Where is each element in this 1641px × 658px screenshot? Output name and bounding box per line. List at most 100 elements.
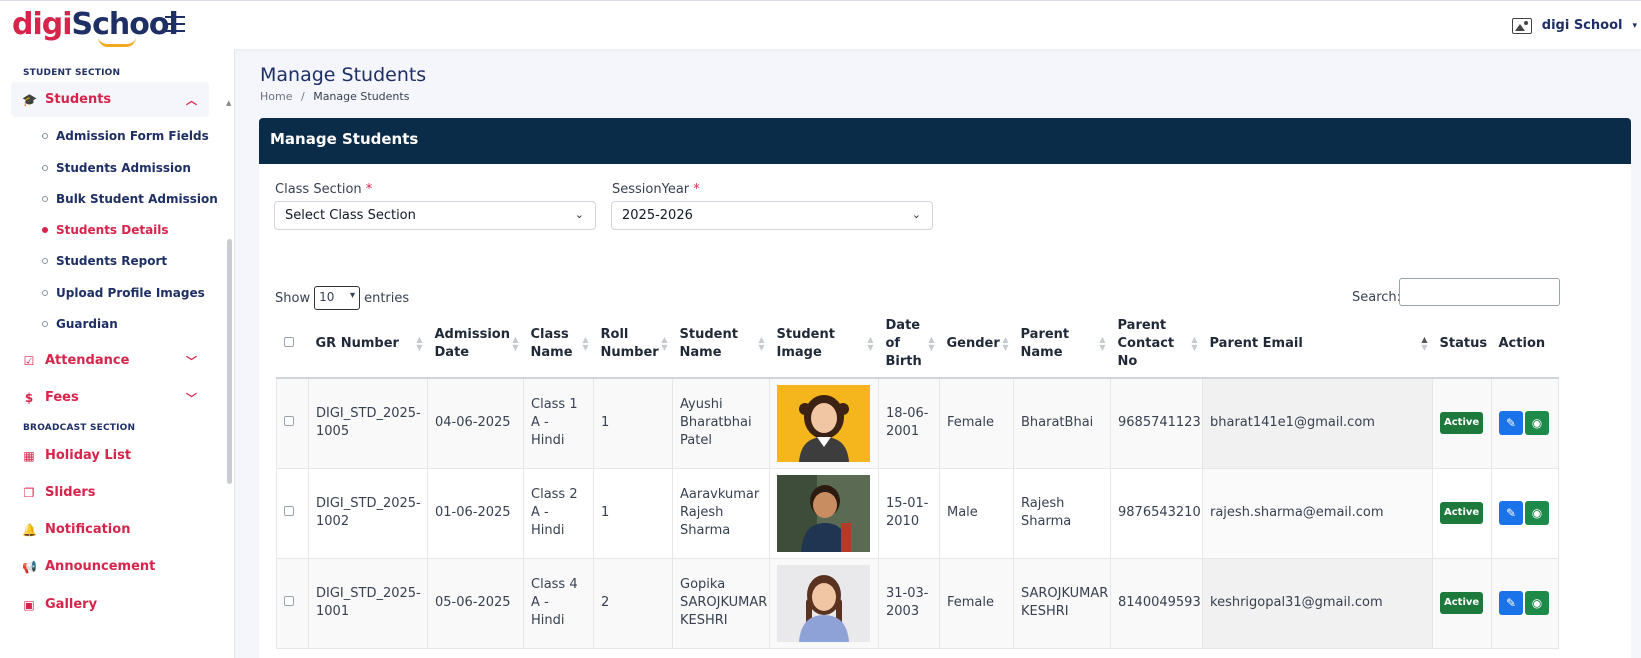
edit-button[interactable]: ✎ (1499, 501, 1523, 525)
table-row: DIGI_STD_2025-1002 01-06-2025 Class 2 A … (276, 467, 1559, 559)
cell-admission-date: 01-06-2025 (427, 467, 524, 559)
cell-class-name: Class 4 A - Hindi (523, 557, 594, 649)
status-badge: Active (1440, 592, 1484, 614)
app-logo[interactable]: digiSchool (12, 5, 179, 45)
sidebar-item-announcement[interactable]: 📢 Announcement (11, 549, 209, 584)
sidebar-item-attendance[interactable]: ☑ Attendance ﹀ (11, 343, 209, 378)
cell-dob: 18-06-2001 (878, 377, 940, 469)
sidebar-item-gallery[interactable]: ▣ Gallery (11, 587, 209, 622)
bell-icon: 🔔 (22, 522, 37, 537)
sidebar-sub-admission-form-fields[interactable]: Admission Form Fields (42, 129, 209, 143)
user-name: digi School (1541, 18, 1623, 33)
sidebar-scrollbar[interactable] (227, 239, 232, 484)
sort-icon: ▲ ▼ (1002, 335, 1009, 352)
breadcrumb-home[interactable]: Home (260, 90, 292, 103)
cell-student-name: Aaravkumar Rajesh Sharma (672, 467, 770, 559)
view-button[interactable]: ◉ (1525, 501, 1549, 525)
bullet-icon (42, 258, 48, 264)
menu-toggle-icon[interactable] (165, 16, 185, 32)
edit-button[interactable]: ✎ (1499, 591, 1523, 615)
top-bar: digiSchool digi School ▾ (0, 0, 1641, 49)
col-class-name[interactable]: Class Name ▲ ▼ (523, 310, 594, 379)
sidebar-sub-upload-profile-images[interactable]: Upload Profile Images (42, 286, 205, 300)
bullet-icon (42, 133, 48, 139)
table-header-row: GR Number ▲ ▼ Admission Date ▲ ▼ Class Name ▲… (276, 310, 1559, 379)
sort-icon: ▲ ▼ (582, 335, 589, 352)
col-parent-name[interactable]: Parent Name ▲ ▼ (1013, 310, 1111, 379)
class-section-select[interactable]: Select Class Section ⌄ (274, 201, 596, 230)
sort-icon: ▲ ▼ (867, 335, 874, 352)
sidebar-sub-bulk-student-admission[interactable]: Bulk Student Admission (42, 192, 218, 206)
entries-select[interactable]: 10 ▾ (314, 286, 361, 310)
card-title: Manage Students (259, 118, 1631, 164)
sidebar-sub-students-report[interactable]: Students Report (42, 254, 167, 268)
sidebar-item-label: Sliders (45, 485, 96, 500)
view-button[interactable]: ◉ (1525, 411, 1549, 436)
sidebar-sub-students-details[interactable]: Students Details (42, 223, 169, 237)
sidebar-item-label: Fees (45, 390, 79, 405)
search-input[interactable] (1399, 278, 1560, 306)
cell-roll-number: 2 (593, 557, 673, 649)
page-title: Manage Students (260, 64, 427, 86)
col-student-image[interactable]: Student Image ▲ ▼ (769, 310, 879, 379)
user-menu[interactable]: digi School ▾ (1511, 1, 1641, 50)
cell-student-name: Gopika SAROJKUMAR KESHRI (672, 557, 770, 649)
cell-dob: 31-03-2003 (878, 557, 940, 649)
sort-icon: ▲ ▼ (928, 335, 935, 352)
cell-parent-contact: 9685741123 (1110, 377, 1203, 469)
col-admission-date[interactable]: Admission Date ▲ ▼ (427, 310, 524, 379)
sidebar-item-label: Announcement (45, 559, 156, 574)
megaphone-icon: 📢 (22, 559, 37, 574)
chevron-down-icon: ▾ (350, 290, 356, 301)
cell-gender: Female (939, 377, 1014, 469)
session-year-select[interactable]: 2025-2026 ⌄ (611, 201, 933, 230)
cell-parent-email: keshrigopal31@gmail.com (1202, 557, 1433, 649)
scroll-up-icon[interactable]: ▲ (226, 99, 231, 107)
cell-class-name: Class 1 A - Hindi (523, 377, 594, 469)
show-entries: Show 10 ▾ entries (275, 286, 409, 310)
students-table: GR Number ▲ ▼ Admission Date ▲ ▼ Class Name ▲… (276, 310, 1559, 649)
sidebar-item-students[interactable]: 🎓 Students ︿ (11, 82, 209, 117)
sidebar-item-holiday-list[interactable]: ▦ Holiday List (11, 438, 209, 473)
table-row: DIGI_STD_2025-1005 04-06-2025 Class 1 A … (276, 377, 1559, 469)
bullet-icon (42, 165, 48, 171)
cell-roll-number: 1 (593, 377, 673, 469)
col-gender[interactable]: Gender ▲ ▼ (939, 310, 1014, 379)
cell-gr-number: DIGI_STD_2025-1001 (308, 557, 428, 649)
sidebar-item-sliders[interactable]: ❐ Sliders (11, 475, 209, 510)
cell-class-name: Class 2 A - Hindi (523, 467, 594, 559)
view-button[interactable]: ◉ (1525, 591, 1549, 615)
sidebar-sub-guardian[interactable]: Guardian (42, 317, 118, 331)
graduation-cap-icon: 🎓 (22, 92, 37, 107)
col-student-name[interactable]: Student Name ▲ ▼ (672, 310, 770, 379)
select-all-checkbox[interactable] (283, 336, 294, 347)
row-checkbox[interactable] (284, 506, 294, 516)
sidebar-item-notification[interactable]: 🔔 Notification (11, 512, 209, 547)
col-dob[interactable]: Date of Birth ▲ ▼ (878, 310, 940, 379)
edit-button[interactable]: ✎ (1499, 411, 1523, 436)
sidebar-section-student: STUDENT SECTION (23, 68, 121, 78)
student-photo[interactable] (777, 564, 870, 642)
row-checkbox[interactable] (284, 416, 294, 427)
sidebar-item-fees[interactable]: $ Fees ﹀ (11, 380, 209, 415)
chevron-down-icon: ﹀ (186, 391, 197, 405)
main-content: Manage Students Home / Manage Students M… (235, 49, 1641, 658)
chevron-down-icon: ⌄ (911, 208, 921, 221)
student-photo[interactable] (777, 474, 870, 552)
class-section-label: Class Section * (275, 182, 373, 197)
col-parent-email[interactable]: Parent Email ▲ ▼ (1202, 310, 1433, 379)
student-photo[interactable] (777, 384, 870, 462)
cell-gender: Male (939, 467, 1014, 559)
row-checkbox[interactable] (284, 596, 294, 606)
col-roll-number[interactable]: Roll Number ▲ ▼ (593, 310, 673, 379)
search-label: Search: (1352, 290, 1402, 305)
cell-parent-contact: 9876543210 (1110, 467, 1203, 559)
col-gr-number[interactable]: GR Number ▲ ▼ (308, 310, 428, 379)
sort-icon: ▲ ▼ (661, 335, 668, 352)
col-parent-contact[interactable]: Parent Contact No ▲ ▼ (1110, 310, 1203, 379)
table-row: DIGI_STD_2025-1001 05-06-2025 Class 4 A … (276, 557, 1559, 649)
sidebar-sub-students-admission[interactable]: Students Admission (42, 161, 191, 175)
cell-gender: Female (939, 557, 1014, 649)
chevron-down-icon: ⌄ (574, 208, 584, 221)
cell-admission-date: 05-06-2025 (427, 557, 524, 649)
